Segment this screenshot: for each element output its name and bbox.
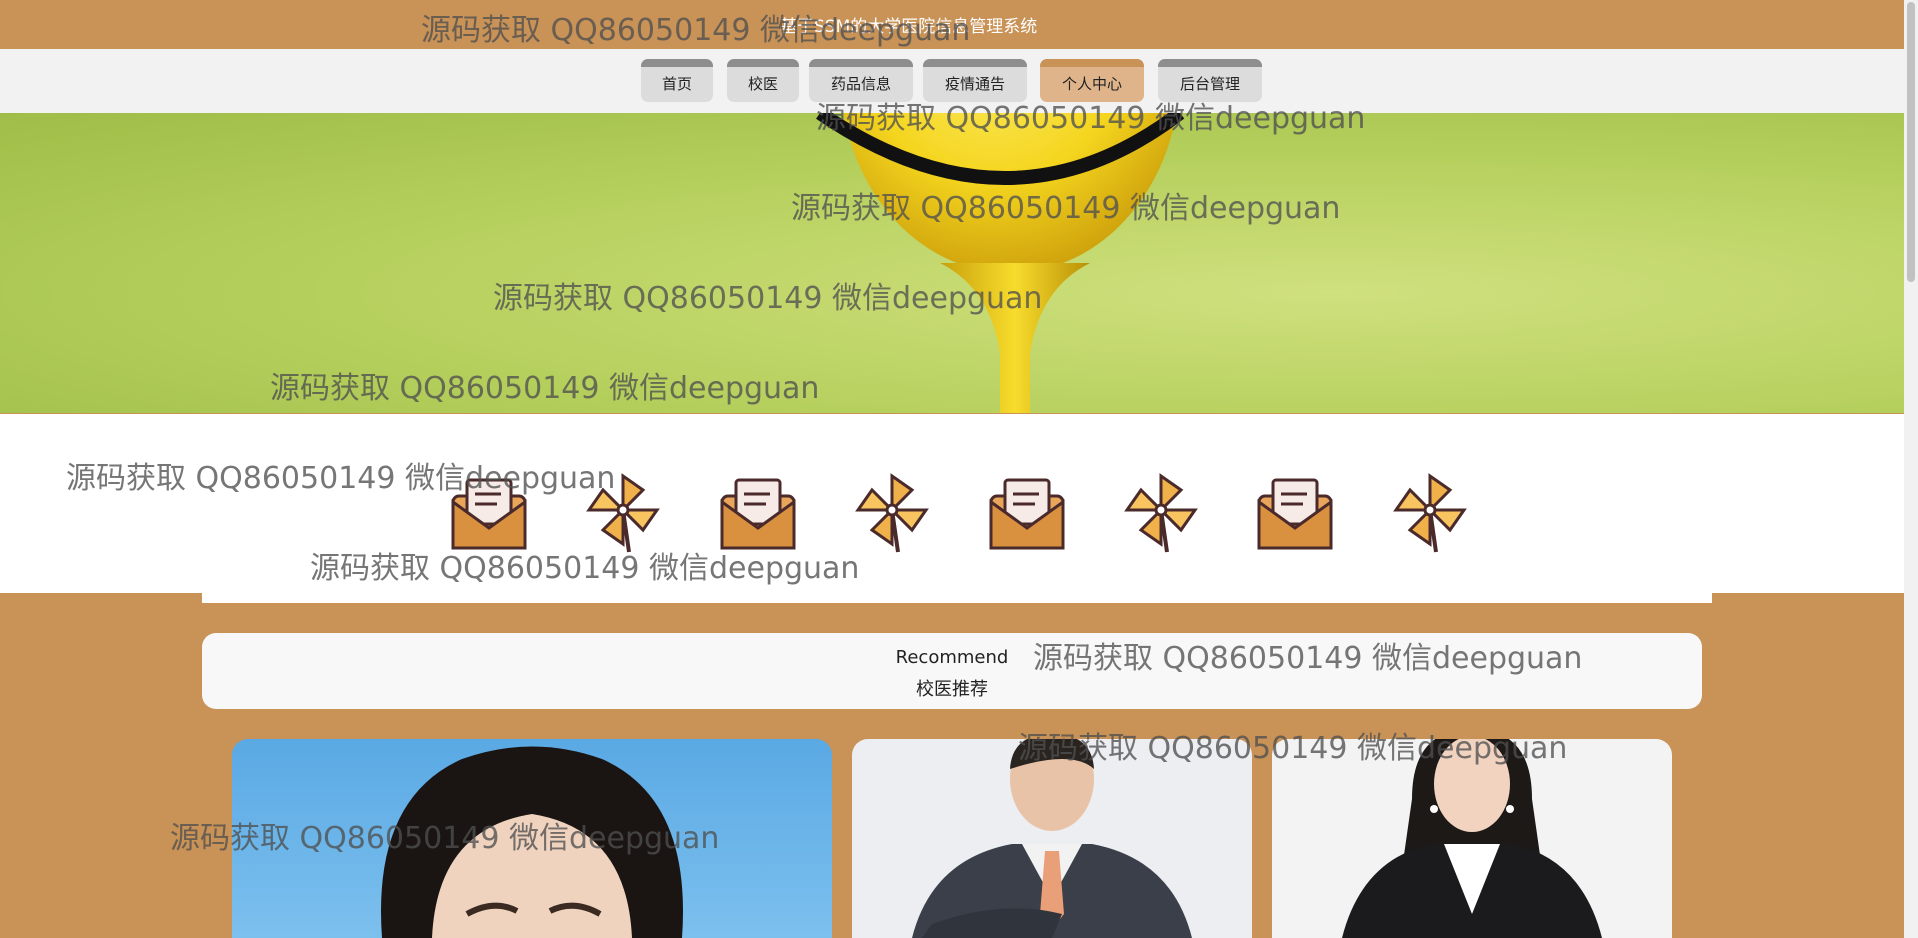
pinwheel-icon[interactable] [1119, 470, 1203, 554]
envelope-icon[interactable] [1253, 470, 1337, 554]
scrollbar-thumb[interactable] [1907, 2, 1915, 282]
pinwheel-icon[interactable] [581, 470, 665, 554]
page-scrollbar[interactable] [1904, 0, 1918, 938]
doctor-photo [232, 739, 832, 938]
doctor-card[interactable] [852, 739, 1252, 938]
recommend-title-en: Recommend [895, 647, 1009, 668]
golf-ball-banner-image [816, 113, 1185, 413]
nav-epidemic-notice[interactable]: 疫情通告 [923, 59, 1027, 102]
nav-home[interactable]: 首页 [641, 59, 713, 102]
main-navigation: 首页 校医 药品信息 疫情通告 个人中心 后台管理 [0, 49, 1904, 113]
envelope-icon[interactable] [716, 470, 800, 554]
top-header-bar: 基于SSM的大学医院信息管理系统 [0, 0, 1904, 49]
pinwheel-icon[interactable] [1388, 470, 1472, 554]
envelope-icon[interactable] [447, 470, 531, 554]
icon-strip-bottom [202, 593, 1712, 603]
recommend-title-zh: 校医推荐 [916, 679, 988, 700]
nav-doctors[interactable]: 校医 [727, 59, 799, 102]
doctor-card[interactable] [1272, 739, 1672, 938]
doctor-photo [1272, 739, 1672, 938]
site-title: 基于SSM的大学医院信息管理系统 [780, 17, 1038, 37]
nav-admin[interactable]: 后台管理 [1158, 59, 1262, 102]
recommend-section-header: Recommend 校医推荐 [202, 633, 1702, 709]
doctor-card[interactable] [232, 739, 832, 938]
envelope-icon[interactable] [985, 470, 1069, 554]
nav-personal-center[interactable]: 个人中心 [1040, 59, 1144, 102]
icon-strip [0, 414, 1904, 593]
hero-banner[interactable] [0, 113, 1904, 413]
nav-medicine-info[interactable]: 药品信息 [809, 59, 913, 102]
doctor-photo [852, 739, 1252, 938]
pinwheel-icon[interactable] [850, 470, 934, 554]
